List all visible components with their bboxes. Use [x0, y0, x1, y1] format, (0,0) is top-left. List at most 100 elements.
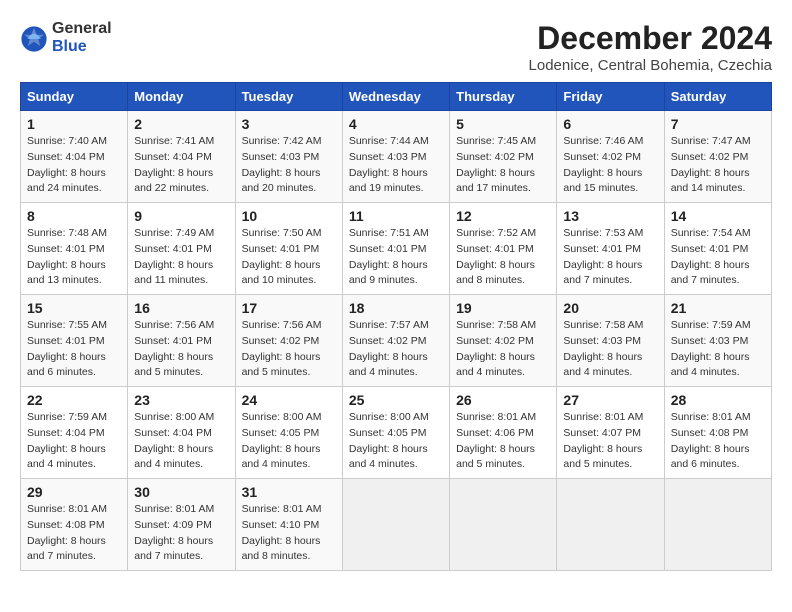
day-info: Sunrise: 7:56 AMSunset: 4:02 PMDaylight:…: [242, 318, 336, 381]
day-cell: 8 Sunrise: 7:48 AMSunset: 4:01 PMDaylight…: [21, 203, 128, 295]
day-number: 30: [134, 484, 228, 500]
day-info: Sunrise: 7:57 AMSunset: 4:02 PMDaylight:…: [349, 318, 443, 381]
day-number: 3: [242, 116, 336, 132]
day-number: 1: [27, 116, 121, 132]
day-cell: 13 Sunrise: 7:53 AMSunset: 4:01 PMDayligh…: [557, 203, 664, 295]
week-row-3: 15 Sunrise: 7:55 AMSunset: 4:01 PMDayligh…: [21, 295, 772, 387]
day-number: 2: [134, 116, 228, 132]
day-cell: 24 Sunrise: 8:00 AMSunset: 4:05 PMDayligh…: [235, 387, 342, 479]
col-header-friday: Friday: [557, 83, 664, 111]
day-info: Sunrise: 7:58 AMSunset: 4:02 PMDaylight:…: [456, 318, 550, 381]
day-number: 14: [671, 208, 765, 224]
day-number: 10: [242, 208, 336, 224]
day-cell: 23 Sunrise: 8:00 AMSunset: 4:04 PMDayligh…: [128, 387, 235, 479]
day-number: 18: [349, 300, 443, 316]
col-header-saturday: Saturday: [664, 83, 771, 111]
day-cell: 15 Sunrise: 7:55 AMSunset: 4:01 PMDayligh…: [21, 295, 128, 387]
col-header-sunday: Sunday: [21, 83, 128, 111]
day-number: 22: [27, 392, 121, 408]
day-cell: 26 Sunrise: 8:01 AMSunset: 4:06 PMDayligh…: [450, 387, 557, 479]
day-cell: 25Sunrise: 8:00 AMSunset: 4:05 PMDayligh…: [342, 387, 449, 479]
day-info: Sunrise: 8:01 AMSunset: 4:09 PMDaylight:…: [134, 502, 228, 565]
day-cell: 17 Sunrise: 7:56 AMSunset: 4:02 PMDayligh…: [235, 295, 342, 387]
day-cell: 30 Sunrise: 8:01 AMSunset: 4:09 PMDayligh…: [128, 479, 235, 571]
day-info: Sunrise: 7:59 AMSunset: 4:04 PMDaylight:…: [27, 410, 121, 473]
day-cell: 4 Sunrise: 7:44 AMSunset: 4:03 PMDaylight…: [342, 111, 449, 203]
day-info: Sunrise: 7:48 AMSunset: 4:01 PMDaylight:…: [27, 226, 121, 289]
day-number: 20: [563, 300, 657, 316]
day-info: Sunrise: 7:44 AMSunset: 4:03 PMDaylight:…: [349, 134, 443, 197]
day-info: Sunrise: 7:58 AMSunset: 4:03 PMDaylight:…: [563, 318, 657, 381]
day-cell: 31 Sunrise: 8:01 AMSunset: 4:10 PMDayligh…: [235, 479, 342, 571]
day-number: 15: [27, 300, 121, 316]
day-number: 7: [671, 116, 765, 132]
day-info: Sunrise: 7:45 AMSunset: 4:02 PMDaylight:…: [456, 134, 550, 197]
day-number: 16: [134, 300, 228, 316]
day-info: Sunrise: 8:00 AMSunset: 4:05 PMDaylight:…: [349, 410, 443, 473]
day-number: 9: [134, 208, 228, 224]
day-number: 13: [563, 208, 657, 224]
day-info: Sunrise: 8:01 AMSunset: 4:08 PMDaylight:…: [671, 410, 765, 473]
day-info: Sunrise: 8:01 AMSunset: 4:08 PMDaylight:…: [27, 502, 121, 565]
day-cell: [342, 479, 449, 571]
day-cell: [450, 479, 557, 571]
day-cell: [557, 479, 664, 571]
day-cell: 29 Sunrise: 8:01 AMSunset: 4:08 PMDayligh…: [21, 479, 128, 571]
day-number: 29: [27, 484, 121, 500]
week-row-2: 8 Sunrise: 7:48 AMSunset: 4:01 PMDaylight…: [21, 203, 772, 295]
day-cell: 3 Sunrise: 7:42 AMSunset: 4:03 PMDaylight…: [235, 111, 342, 203]
day-info: Sunrise: 7:54 AMSunset: 4:01 PMDaylight:…: [671, 226, 765, 289]
day-info: Sunrise: 7:47 AMSunset: 4:02 PMDaylight:…: [671, 134, 765, 197]
day-info: Sunrise: 7:56 AMSunset: 4:01 PMDaylight:…: [134, 318, 228, 381]
day-info: Sunrise: 7:41 AMSunset: 4:04 PMDaylight:…: [134, 134, 228, 197]
day-info: Sunrise: 7:42 AMSunset: 4:03 PMDaylight:…: [242, 134, 336, 197]
day-info: Sunrise: 7:49 AMSunset: 4:01 PMDaylight:…: [134, 226, 228, 289]
day-number: 24: [242, 392, 336, 408]
day-number: 31: [242, 484, 336, 500]
day-cell: 16 Sunrise: 7:56 AMSunset: 4:01 PMDayligh…: [128, 295, 235, 387]
day-cell: 18 Sunrise: 7:57 AMSunset: 4:02 PMDayligh…: [342, 295, 449, 387]
page-container: General Blue December 2024 Lodenice, Cen…: [20, 20, 772, 571]
logo-icon: [20, 25, 48, 53]
calendar-body: 1Sunrise: 7:40 AMSunset: 4:04 PMDaylight…: [21, 111, 772, 571]
day-info: Sunrise: 8:00 AMSunset: 4:04 PMDaylight:…: [134, 410, 228, 473]
day-number: 23: [134, 392, 228, 408]
day-info: Sunrise: 8:01 AMSunset: 4:06 PMDaylight:…: [456, 410, 550, 473]
day-info: Sunrise: 8:01 AMSunset: 4:07 PMDaylight:…: [563, 410, 657, 473]
day-info: Sunrise: 7:53 AMSunset: 4:01 PMDaylight:…: [563, 226, 657, 289]
day-cell: 10 Sunrise: 7:50 AMSunset: 4:01 PMDayligh…: [235, 203, 342, 295]
day-info: Sunrise: 7:51 AMSunset: 4:01 PMDaylight:…: [349, 226, 443, 289]
calendar-table: SundayMondayTuesdayWednesdayThursdayFrid…: [20, 82, 772, 571]
logo-text: General Blue: [52, 20, 112, 55]
week-row-1: 1Sunrise: 7:40 AMSunset: 4:04 PMDaylight…: [21, 111, 772, 203]
day-cell: 7 Sunrise: 7:47 AMSunset: 4:02 PMDaylight…: [664, 111, 771, 203]
day-number: 17: [242, 300, 336, 316]
col-header-thursday: Thursday: [450, 83, 557, 111]
header: General Blue December 2024 Lodenice, Cen…: [20, 20, 772, 74]
day-info: Sunrise: 7:50 AMSunset: 4:01 PMDaylight:…: [242, 226, 336, 289]
col-header-wednesday: Wednesday: [342, 83, 449, 111]
week-row-4: 22 Sunrise: 7:59 AMSunset: 4:04 PMDayligh…: [21, 387, 772, 479]
day-cell: 21 Sunrise: 7:59 AMSunset: 4:03 PMDayligh…: [664, 295, 771, 387]
col-header-tuesday: Tuesday: [235, 83, 342, 111]
day-number: 8: [27, 208, 121, 224]
day-cell: 27 Sunrise: 8:01 AMSunset: 4:07 PMDayligh…: [557, 387, 664, 479]
main-title: December 2024: [529, 20, 772, 57]
day-info: Sunrise: 7:55 AMSunset: 4:01 PMDaylight:…: [27, 318, 121, 381]
day-cell: 14 Sunrise: 7:54 AMSunset: 4:01 PMDayligh…: [664, 203, 771, 295]
logo-blue: Blue: [52, 38, 87, 55]
day-info: Sunrise: 8:01 AMSunset: 4:10 PMDaylight:…: [242, 502, 336, 565]
day-number: 21: [671, 300, 765, 316]
day-info: Sunrise: 7:59 AMSunset: 4:03 PMDaylight:…: [671, 318, 765, 381]
day-info: Sunrise: 8:00 AMSunset: 4:05 PMDaylight:…: [242, 410, 336, 473]
day-number: 26: [456, 392, 550, 408]
day-info: Sunrise: 7:52 AMSunset: 4:01 PMDaylight:…: [456, 226, 550, 289]
day-cell: 1Sunrise: 7:40 AMSunset: 4:04 PMDaylight…: [21, 111, 128, 203]
day-number: 4: [349, 116, 443, 132]
logo-general: General: [52, 20, 112, 37]
day-cell: 28Sunrise: 8:01 AMSunset: 4:08 PMDayligh…: [664, 387, 771, 479]
day-cell: 20 Sunrise: 7:58 AMSunset: 4:03 PMDayligh…: [557, 295, 664, 387]
day-number: 27: [563, 392, 657, 408]
day-cell: [664, 479, 771, 571]
day-cell: 12Sunrise: 7:52 AMSunset: 4:01 PMDayligh…: [450, 203, 557, 295]
